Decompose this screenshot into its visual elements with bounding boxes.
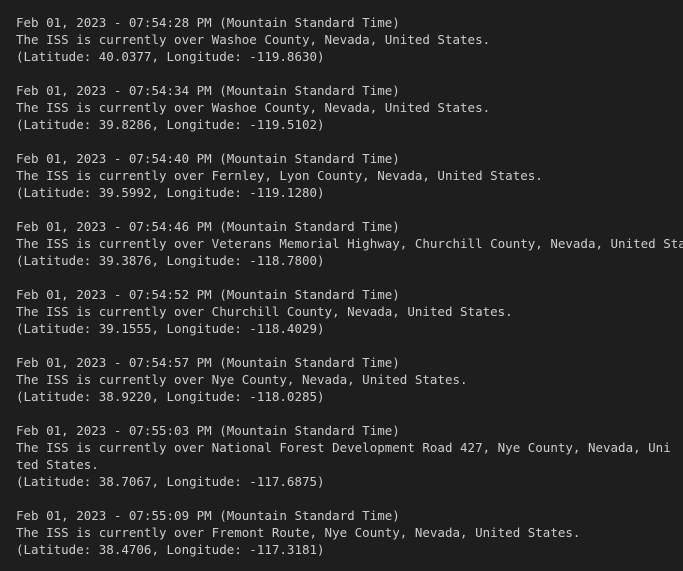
timestamp-line: Feb 01, 2023 - 07:54:28 PM (Mountain Sta… [16,15,400,30]
location-line: The ISS is currently over Fernley, Lyon … [16,168,543,183]
coordinates-line: (Latitude: 38.9220, Longitude: -118.0285… [16,389,325,404]
timestamp-line: Feb 01, 2023 - 07:54:52 PM (Mountain Sta… [16,287,400,302]
coordinates-line: (Latitude: 39.1555, Longitude: -118.4029… [16,321,325,336]
log-entry: Feb 01, 2023 - 07:54:57 PM (Mountain Sta… [16,354,683,405]
coordinates-line: (Latitude: 38.7067, Longitude: -117.6875… [16,474,325,489]
coordinates-line: (Latitude: 38.4706, Longitude: -117.3181… [16,542,325,557]
timestamp-line: Feb 01, 2023 - 07:54:57 PM (Mountain Sta… [16,355,400,370]
location-line: The ISS is currently over Churchill Coun… [16,304,513,319]
timestamp-line: Feb 01, 2023 - 07:54:46 PM (Mountain Sta… [16,219,400,234]
location-line: The ISS is currently over Fremont Route,… [16,525,581,540]
terminal-output[interactable]: Feb 01, 2023 - 07:54:28 PM (Mountain Sta… [0,0,683,571]
log-entry: Feb 01, 2023 - 07:54:52 PM (Mountain Sta… [16,286,683,337]
coordinates-line: (Latitude: 40.0377, Longitude: -119.8630… [16,49,325,64]
timestamp-line: Feb 01, 2023 - 07:55:03 PM (Mountain Sta… [16,423,400,438]
location-line: The ISS is currently over Veterans Memor… [16,236,683,251]
location-line: The ISS is currently over Washoe County,… [16,32,491,47]
timestamp-line: Feb 01, 2023 - 07:54:34 PM (Mountain Sta… [16,83,400,98]
log-entry: Feb 01, 2023 - 07:54:28 PM (Mountain Sta… [16,14,683,65]
log-entry: Feb 01, 2023 - 07:54:34 PM (Mountain Sta… [16,82,683,133]
coordinates-line: (Latitude: 39.3876, Longitude: -118.7800… [16,253,325,268]
log-entry: Feb 01, 2023 - 07:54:40 PM (Mountain Sta… [16,150,683,201]
log-entry: Feb 01, 2023 - 07:55:03 PM (Mountain Sta… [16,422,683,490]
location-line: The ISS is currently over National Fores… [16,440,671,472]
log-entry: Feb 01, 2023 - 07:55:09 PM (Mountain Sta… [16,507,683,558]
log-entry: Feb 01, 2023 - 07:54:46 PM (Mountain Sta… [16,218,683,269]
location-line: The ISS is currently over Nye County, Ne… [16,372,468,387]
coordinates-line: (Latitude: 39.8286, Longitude: -119.5102… [16,117,325,132]
coordinates-line: (Latitude: 39.5992, Longitude: -119.1280… [16,185,325,200]
location-line: The ISS is currently over Washoe County,… [16,100,491,115]
timestamp-line: Feb 01, 2023 - 07:55:09 PM (Mountain Sta… [16,508,400,523]
timestamp-line: Feb 01, 2023 - 07:54:40 PM (Mountain Sta… [16,151,400,166]
